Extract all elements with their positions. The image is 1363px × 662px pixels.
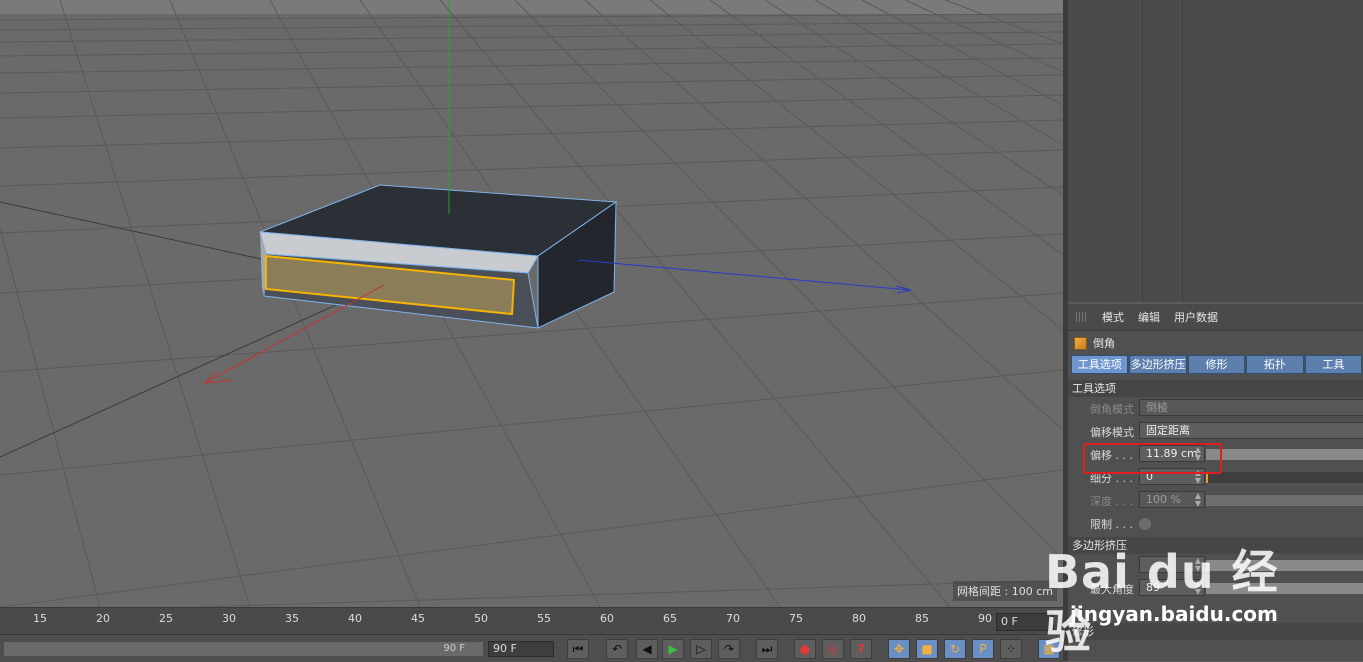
- tick-label: 80: [852, 612, 866, 625]
- tool-name: 倒角: [1093, 337, 1115, 350]
- bevel-mode-dropdown[interactable]: 倒棱: [1139, 399, 1363, 416]
- tab-topology[interactable]: 拓扑: [1246, 355, 1304, 374]
- spinner-icon[interactable]: ▲ ▼: [1195, 492, 1201, 508]
- limit-checkbox[interactable]: [1139, 518, 1151, 530]
- tick-label: 90: [978, 612, 992, 625]
- tick-label: 75: [789, 612, 803, 625]
- row-depth: 深度 . . . 100 % ▲ ▼: [1068, 489, 1363, 512]
- tick-label: 70: [726, 612, 740, 625]
- menu-mode[interactable]: 模式: [1102, 309, 1124, 325]
- end-frame-label: 90 F: [443, 643, 465, 654]
- grid-spacing-info: 网格间距 : 100 cm: [953, 581, 1057, 601]
- attribute-menu-bar: 模式 编辑 用户数据: [1068, 304, 1363, 331]
- record-icon[interactable]: ●: [794, 639, 816, 659]
- autokey-icon[interactable]: ◎: [822, 639, 844, 659]
- baidu-logo-watermark: Bai du 经验: [1045, 545, 1279, 659]
- tab-shaping[interactable]: 修形: [1187, 355, 1246, 374]
- end-frame-field[interactable]: 90 F: [488, 641, 554, 657]
- bevel-box-object[interactable]: [259, 184, 618, 329]
- offset-mode-dropdown[interactable]: 固定距离: [1139, 422, 1363, 439]
- tab-polygon-extrude[interactable]: 多边形挤压: [1129, 355, 1187, 374]
- rotate-icon[interactable]: ↻: [944, 639, 966, 659]
- annotation-highlight-box: [1083, 443, 1222, 474]
- play-icon[interactable]: ▶: [662, 639, 684, 659]
- timeline-scrubber[interactable]: 90 F: [4, 642, 483, 656]
- next-key-icon[interactable]: ↷: [718, 639, 740, 659]
- tick-label: 20: [96, 612, 110, 625]
- tick-label: 35: [285, 612, 299, 625]
- depth-value: 100 %: [1146, 493, 1181, 506]
- tick-label: 15: [33, 612, 47, 625]
- dots-icon[interactable]: ⁘: [1000, 639, 1022, 659]
- depth-slider[interactable]: [1206, 495, 1363, 506]
- viewport-scene: [0, 0, 1063, 607]
- tick-label: 25: [159, 612, 173, 625]
- bevel-mode-label: 倒角模式: [1090, 403, 1134, 416]
- tick-label: 30: [222, 612, 236, 625]
- menu-user-data[interactable]: 用户数据: [1174, 309, 1218, 325]
- tick-label: 85: [915, 612, 929, 625]
- menu-edit[interactable]: 编辑: [1138, 309, 1160, 325]
- tab-tool[interactable]: 工具: [1304, 355, 1363, 374]
- tick-label: 45: [411, 612, 425, 625]
- section-tool-options: 工具选项: [1068, 380, 1363, 397]
- object-manager[interactable]: [1068, 0, 1363, 302]
- tick-label: 55: [537, 612, 551, 625]
- grip-icon[interactable]: [1076, 312, 1088, 322]
- bevel-tool-icon: [1074, 336, 1087, 350]
- tick-label: 50: [474, 612, 488, 625]
- viewport-3d[interactable]: 网格间距 : 100 cm: [0, 0, 1063, 607]
- tick-label: 40: [348, 612, 362, 625]
- go-end-icon[interactable]: ⏭: [756, 639, 778, 659]
- row-offset-mode: 偏移模式 固定距离: [1068, 420, 1363, 443]
- offset-mode-label: 偏移模式: [1090, 426, 1134, 439]
- row-limit: 限制 . . .: [1068, 512, 1363, 535]
- tick-label: 60: [600, 612, 614, 625]
- z-axis: [577, 259, 911, 291]
- depth-input[interactable]: 100 % ▲ ▼: [1139, 491, 1205, 508]
- param-icon[interactable]: P: [972, 639, 994, 659]
- move-icon[interactable]: ✥: [888, 639, 910, 659]
- prev-frame-icon[interactable]: ◀: [636, 639, 658, 659]
- attribute-tabs: 工具选项 多边形挤压 修形 拓扑 工具: [1068, 355, 1363, 374]
- next-frame-icon[interactable]: ▷: [690, 639, 712, 659]
- offset-slider[interactable]: [1206, 449, 1363, 460]
- subdivision-slider[interactable]: [1206, 472, 1363, 483]
- limit-label: 限制 . . .: [1090, 518, 1133, 531]
- depth-label: 深度 . . .: [1090, 495, 1133, 508]
- tick-label: 65: [663, 612, 677, 625]
- watermark-url: jingyan.baidu.com: [1070, 602, 1278, 626]
- tab-tool-options[interactable]: 工具选项: [1071, 355, 1129, 374]
- tool-header: 倒角: [1068, 331, 1363, 355]
- go-start-icon[interactable]: ⏮: [567, 639, 589, 659]
- transport-bar: 90 F 90 F ⏮ ↶ ◀ ▶ ▷ ↷ ⏭ ● ◎ ? ✥ ■ ↻ P ⁘ …: [0, 634, 1063, 662]
- prev-key-icon[interactable]: ↶: [606, 639, 628, 659]
- timeline-ruler[interactable]: 15 20 25 30 35 40 45 50 55 60 65 70 75 8…: [0, 607, 1063, 634]
- scale-icon[interactable]: ■: [916, 639, 938, 659]
- row-bevel-mode: 倒角模式 倒棱: [1068, 397, 1363, 420]
- help-icon[interactable]: ?: [850, 639, 872, 659]
